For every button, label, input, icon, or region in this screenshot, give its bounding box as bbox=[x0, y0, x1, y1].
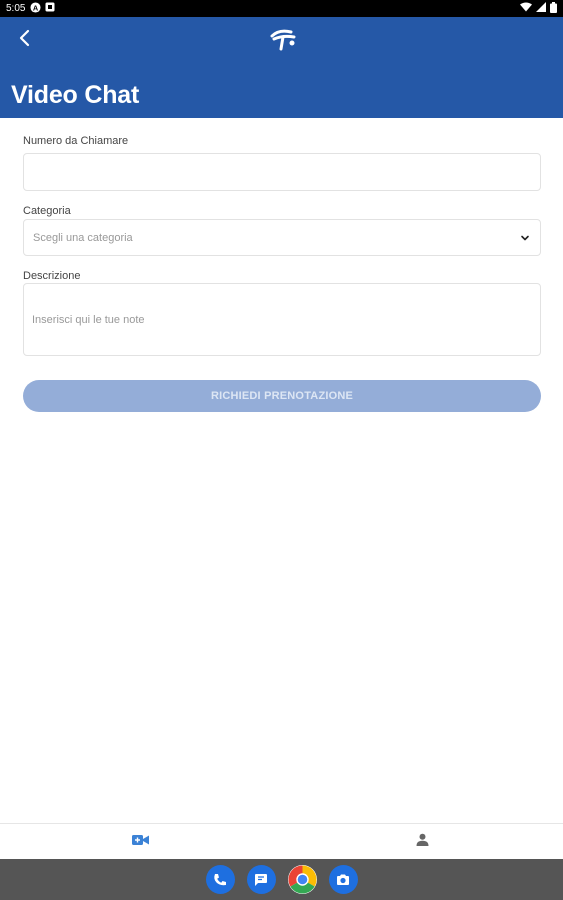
android-dock bbox=[0, 859, 563, 900]
back-arrow-icon[interactable] bbox=[14, 27, 36, 49]
battery-icon bbox=[550, 1, 557, 16]
request-booking-button[interactable]: RICHIEDI PRENOTAZIONE bbox=[23, 380, 541, 412]
phone-icon[interactable] bbox=[205, 865, 235, 894]
app-logo-icon bbox=[269, 27, 297, 53]
phone-number-input[interactable] bbox=[23, 153, 541, 191]
notification-square-icon bbox=[45, 2, 55, 15]
category-select[interactable]: Scegli una categoria bbox=[23, 219, 541, 256]
nav-video-chat[interactable] bbox=[0, 824, 281, 860]
status-bar: 5:05 A bbox=[0, 0, 563, 17]
signal-icon bbox=[536, 2, 546, 15]
a-badge-icon: A bbox=[30, 1, 42, 16]
category-placeholder: Scegli una categoria bbox=[33, 231, 133, 244]
nav-profile[interactable] bbox=[282, 824, 563, 860]
camera-icon[interactable] bbox=[328, 865, 358, 894]
bottom-navigation bbox=[0, 823, 563, 859]
page-title: Video Chat bbox=[11, 81, 140, 109]
description-placeholder: Inserisci qui le tue note bbox=[32, 313, 145, 326]
description-textarea[interactable]: Inserisci qui le tue note bbox=[23, 283, 541, 356]
svg-text:A: A bbox=[33, 3, 39, 12]
chrome-icon[interactable] bbox=[287, 865, 317, 894]
status-time: 5:05 bbox=[6, 3, 26, 14]
video-call-icon bbox=[132, 833, 149, 851]
person-icon bbox=[416, 833, 429, 851]
app-bar: Video Chat bbox=[0, 17, 563, 118]
phone-field-label: Numero da Chiamare bbox=[23, 135, 129, 147]
category-field-label: Categoria bbox=[23, 205, 71, 217]
messages-icon[interactable] bbox=[246, 865, 276, 894]
description-field-label: Descrizione bbox=[23, 270, 81, 282]
wifi-icon bbox=[520, 2, 532, 15]
chevron-down-icon bbox=[519, 232, 531, 244]
